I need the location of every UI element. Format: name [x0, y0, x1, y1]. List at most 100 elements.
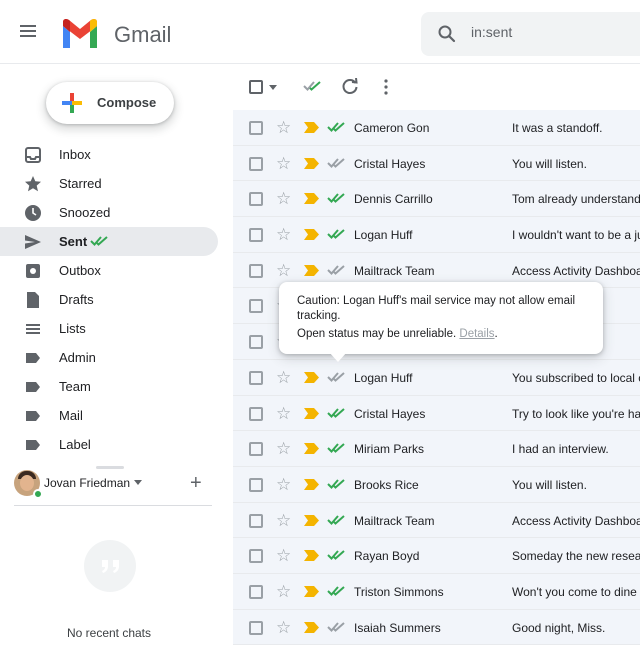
chat-account[interactable]: Jovan Friedman + [14, 470, 212, 506]
more-vert-icon[interactable] [383, 78, 389, 96]
sidebar-item-snoozed[interactable]: Snoozed [0, 198, 218, 227]
star-icon[interactable]: ☆ [276, 476, 291, 493]
sidebar-item-label: Starred [59, 176, 102, 191]
important-marker-icon[interactable] [304, 407, 319, 419]
search-icon[interactable] [437, 24, 457, 44]
row-sender: Rayan Boyd [354, 549, 420, 564]
row-checkbox[interactable] [249, 370, 263, 385]
important-marker-icon[interactable] [304, 443, 319, 455]
double-check-icon[interactable] [327, 228, 347, 240]
important-marker-icon[interactable] [304, 585, 319, 597]
compose-button[interactable]: Compose [46, 82, 174, 124]
sidebar-item-mail[interactable]: Mail [0, 401, 218, 430]
sidebar-item-lists[interactable]: Lists [0, 314, 218, 343]
star-icon[interactable]: ☆ [276, 405, 291, 422]
row-checkbox[interactable] [249, 299, 263, 314]
sidebar-item-label[interactable]: Label [0, 430, 218, 459]
double-check-icon[interactable] [327, 442, 347, 454]
important-marker-icon[interactable] [304, 514, 319, 526]
double-check-icon[interactable] [303, 80, 323, 92]
table-row[interactable]: ☆ Mailtrack Team Access Activity Dashboa [233, 502, 640, 539]
star-icon[interactable]: ☆ [276, 190, 291, 207]
row-checkbox[interactable] [249, 263, 263, 278]
sidebar-item-starred[interactable]: Starred [0, 169, 218, 198]
row-checkbox[interactable] [249, 228, 263, 243]
important-marker-icon[interactable] [304, 157, 319, 169]
sidebar-item-label: Inbox [59, 147, 91, 162]
table-row[interactable]: ☆ Miriam Parks I had an interview. [233, 431, 640, 467]
star-icon[interactable]: ☆ [276, 155, 291, 172]
row-checkbox[interactable] [249, 620, 263, 635]
row-checkbox[interactable] [249, 121, 263, 135]
important-marker-icon[interactable] [304, 122, 319, 133]
row-checkbox[interactable] [249, 192, 263, 207]
sidebar-item-inbox[interactable]: Inbox [0, 140, 218, 169]
double-check-icon[interactable] [327, 264, 347, 276]
important-marker-icon[interactable] [304, 264, 319, 276]
row-checkbox[interactable] [249, 335, 263, 350]
double-check-icon[interactable] [327, 157, 347, 169]
double-check-icon[interactable] [327, 407, 347, 419]
row-checkbox[interactable] [249, 477, 263, 492]
table-row[interactable]: ☆ Rayan Boyd Someday the new researc [233, 538, 640, 574]
search-bar[interactable] [421, 12, 640, 56]
row-sender: Isaiah Summers [354, 620, 441, 635]
table-row[interactable]: ☆ Cameron Gon It was a standoff. [233, 110, 640, 146]
row-checkbox[interactable] [249, 442, 263, 457]
table-row[interactable]: ☆ Dennis Carrillo Tom already understands [233, 181, 640, 218]
important-marker-icon[interactable] [304, 229, 319, 241]
star-icon[interactable]: ☆ [276, 226, 291, 243]
double-check-icon[interactable] [327, 478, 347, 490]
star-icon[interactable]: ☆ [276, 262, 291, 279]
outbox-icon [26, 264, 40, 278]
select-all-checkbox[interactable] [249, 80, 263, 94]
sidebar-item-outbox[interactable]: Outbox [0, 256, 218, 285]
star-icon[interactable]: ☆ [276, 619, 291, 636]
table-row[interactable]: ☆ Brooks Rice You will listen. [233, 466, 640, 503]
star-icon[interactable]: ☆ [276, 440, 291, 457]
important-marker-icon[interactable] [304, 478, 319, 490]
sidebar-item-team[interactable]: Team [0, 372, 218, 401]
double-check-icon[interactable] [327, 585, 347, 597]
double-check-icon[interactable] [327, 621, 347, 633]
table-row[interactable]: ☆ Logan Huff You subscribed to local c [233, 359, 640, 396]
table-row[interactable]: ☆ Triston Simmons Won't you come to dine w [233, 573, 640, 610]
row-subject: Won't you come to dine w [512, 584, 640, 599]
row-subject: I wouldn't want to be a ju [512, 228, 640, 243]
important-marker-icon[interactable] [304, 621, 319, 633]
star-icon[interactable]: ☆ [276, 583, 291, 600]
table-row[interactable]: ☆ Cristal Hayes You will listen. [233, 145, 640, 182]
double-check-icon[interactable] [327, 192, 347, 204]
row-checkbox[interactable] [249, 584, 263, 599]
star-icon[interactable]: ☆ [276, 369, 291, 386]
row-checkbox[interactable] [249, 549, 263, 564]
double-check-icon[interactable] [327, 514, 347, 526]
double-check-icon[interactable] [327, 121, 347, 133]
important-marker-icon[interactable] [304, 193, 319, 205]
important-marker-icon[interactable] [304, 371, 319, 383]
chevron-down-icon[interactable] [134, 480, 142, 485]
sidebar-item-drafts[interactable]: Drafts [0, 285, 218, 314]
star-icon[interactable]: ☆ [276, 512, 291, 529]
table-row[interactable]: ☆ Logan Huff I wouldn't want to be a ju [233, 217, 640, 253]
select-menu-chevron-icon[interactable] [269, 85, 277, 90]
important-marker-icon[interactable] [304, 550, 319, 562]
table-row[interactable]: ☆ Cristal Hayes Try to look like you're ha… [233, 395, 640, 432]
double-check-icon[interactable] [327, 371, 347, 383]
star-icon[interactable]: ☆ [276, 547, 291, 564]
row-checkbox[interactable] [249, 406, 263, 421]
row-checkbox[interactable] [249, 513, 263, 528]
star-icon[interactable]: ☆ [276, 119, 291, 136]
search-input[interactable] [471, 24, 631, 40]
refresh-icon[interactable] [341, 78, 359, 96]
main-menu-icon[interactable] [20, 22, 44, 42]
add-icon[interactable]: + [190, 472, 202, 495]
double-check-icon[interactable] [327, 549, 347, 561]
table-row[interactable]: ☆ Isaiah Summers Good night, Miss. [233, 609, 640, 645]
resize-handle[interactable] [96, 466, 124, 469]
sidebar-item-sent[interactable]: Sent [0, 227, 218, 256]
sidebar-item-label: Outbox [59, 263, 101, 278]
sidebar-item-admin[interactable]: Admin [0, 343, 218, 372]
details-link[interactable]: Details [459, 328, 494, 340]
row-checkbox[interactable] [249, 156, 263, 171]
